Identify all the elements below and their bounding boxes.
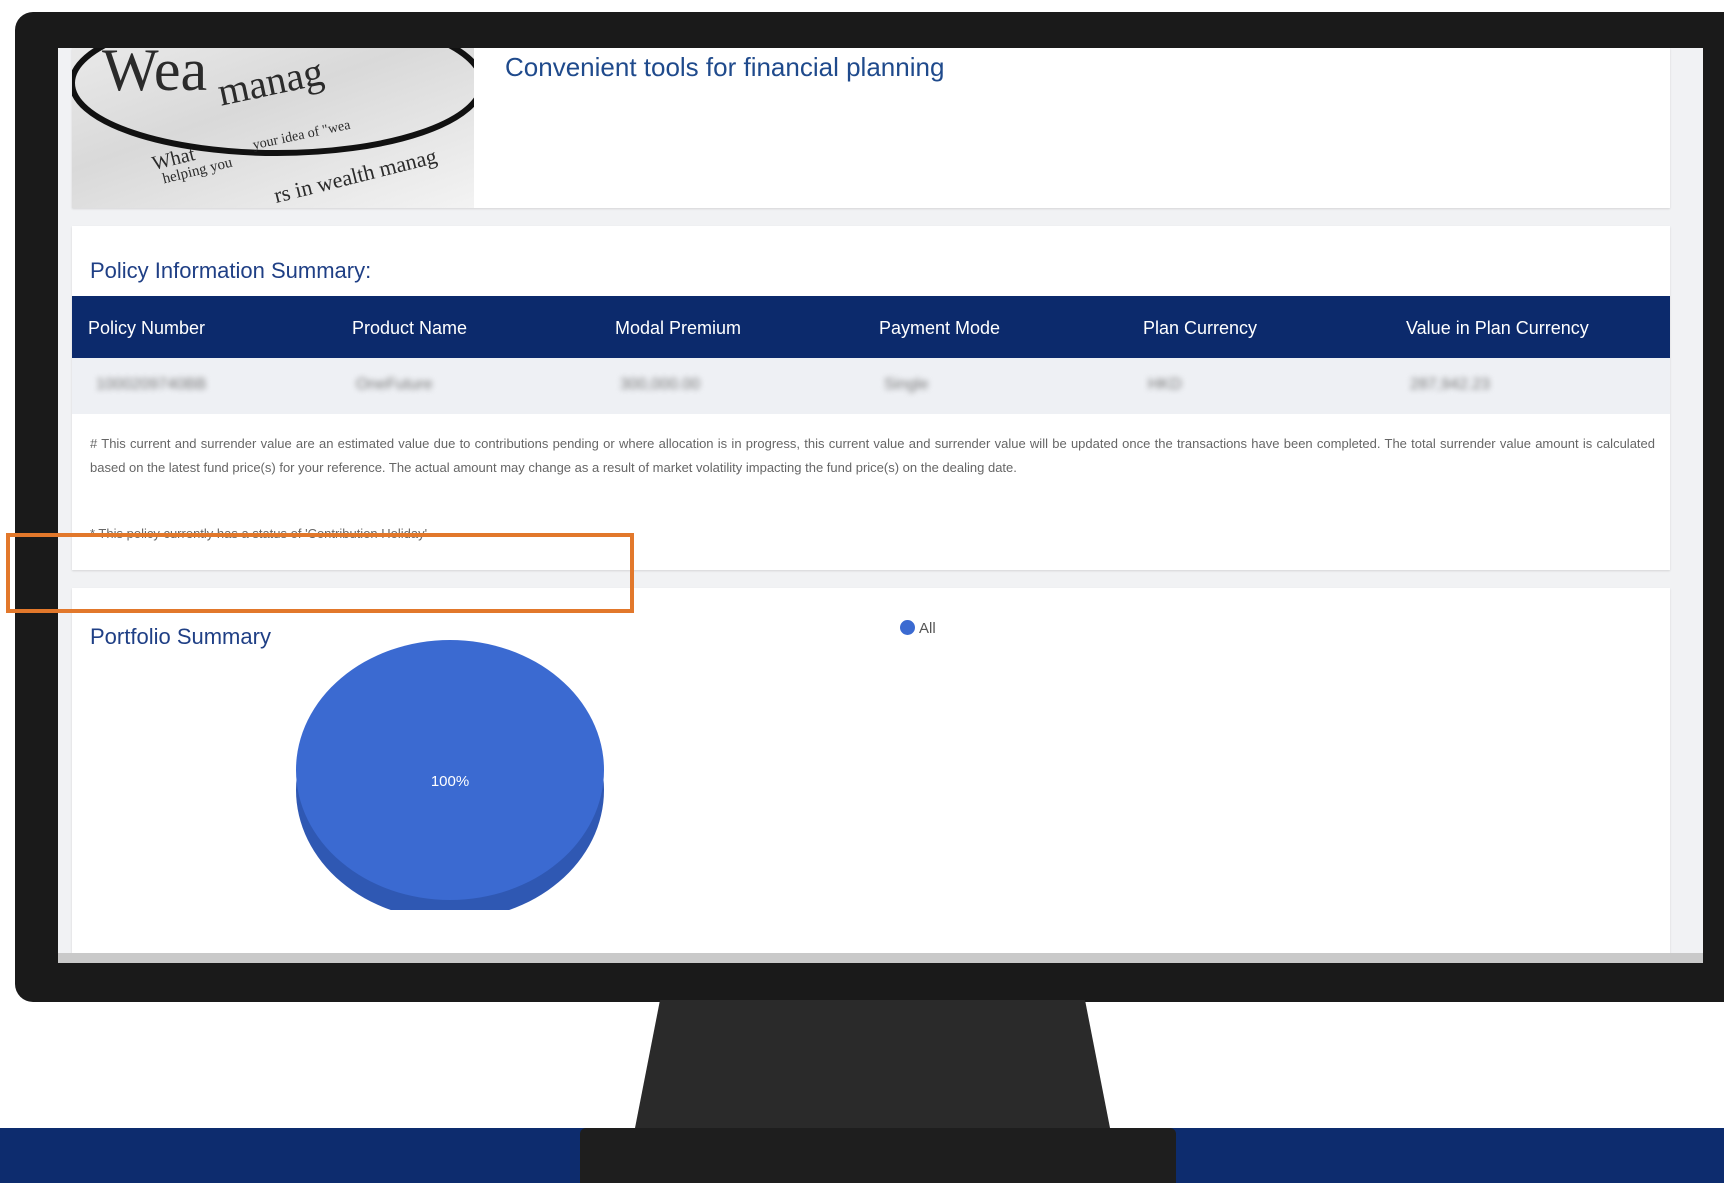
legend-dot-all bbox=[900, 620, 915, 635]
horizontal-scrollbar[interactable] bbox=[58, 953, 1703, 963]
hero-tagline: Convenient tools for financial planning bbox=[505, 52, 945, 82]
table-row[interactable]: 1000209740BB OneFuture 300,000.00 Single… bbox=[72, 358, 1670, 414]
portfolio-highlight-box bbox=[6, 533, 634, 613]
col-modal-premium: Modal Premium bbox=[615, 318, 742, 338]
estimated-value-note: # This current and surrender value are a… bbox=[90, 436, 1655, 475]
col-product-name: Product Name bbox=[352, 318, 468, 338]
cell-modal-premium: 300,000.00 bbox=[620, 376, 701, 393]
monitor-stand bbox=[635, 1000, 1110, 1128]
portfolio-pie-chart[interactable]: 100% bbox=[296, 640, 604, 920]
wealth-management-image: Wea manag your idea of "wea helping you … bbox=[72, 48, 474, 208]
monitor-base bbox=[580, 1128, 1176, 1183]
hero-banner: Wea manag your idea of "wea helping you … bbox=[72, 48, 1670, 208]
col-payment-mode: Payment Mode bbox=[879, 318, 1001, 338]
portfolio-summary-title: Portfolio Summary bbox=[90, 624, 271, 649]
policy-table-header: Policy Number Product Name Modal Premium… bbox=[72, 296, 1670, 358]
cell-payment-mode: Single bbox=[884, 376, 929, 393]
policy-summary-card: Policy Information Summary: Policy Numbe… bbox=[72, 226, 1670, 570]
image-word-1: Wea bbox=[102, 48, 208, 103]
col-plan-currency: Plan Currency bbox=[1143, 318, 1258, 338]
policy-summary-title: Policy Information Summary: bbox=[90, 258, 372, 283]
browser-screen: Wea manag your idea of "wea helping you … bbox=[58, 48, 1703, 963]
chart-legend[interactable]: All bbox=[900, 620, 936, 637]
pie-data-label: 100% bbox=[430, 773, 470, 790]
col-value-plan-currency: Value in Plan Currency bbox=[1406, 318, 1589, 338]
cell-plan-value: 287,942.23 bbox=[1410, 376, 1491, 393]
col-policy-number: Policy Number bbox=[88, 318, 206, 338]
cell-plan-currency: HKD bbox=[1148, 376, 1182, 393]
cell-policy-number[interactable]: 1000209740BB bbox=[96, 376, 206, 394]
pie-slice-all[interactable] bbox=[296, 640, 604, 900]
cell-product-name: OneFuture bbox=[356, 376, 433, 393]
legend-label-all: All bbox=[919, 620, 936, 637]
